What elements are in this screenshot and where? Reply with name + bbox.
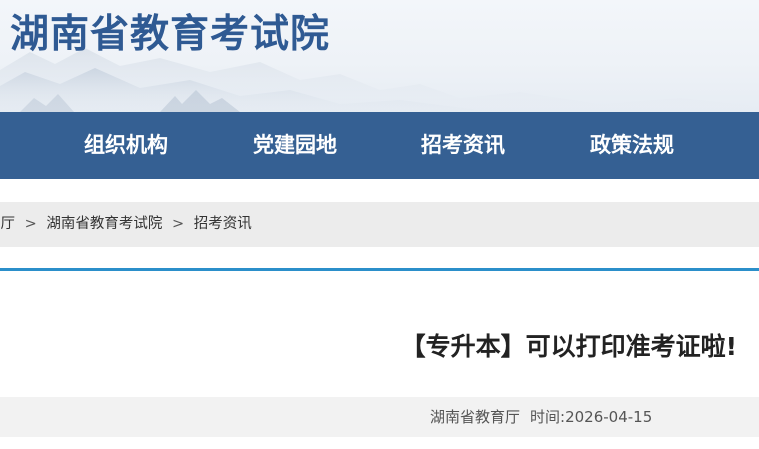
nav-item-admissions-news[interactable]: 招考资讯: [421, 112, 505, 179]
breadcrumb-item-admissions-news[interactable]: 招考资讯: [194, 216, 252, 232]
article-date: 2026-04-15: [565, 408, 653, 426]
article-source: 湖南省教育厅: [430, 408, 521, 426]
nav-item-party-building[interactable]: 党建园地: [253, 112, 337, 179]
breadcrumb-item-exam-institute[interactable]: 湖南省教育考试院: [46, 216, 162, 232]
breadcrumb-separator: >: [24, 216, 37, 232]
article-meta: 湖南省教育厅 时间:2026-04-15: [0, 397, 759, 437]
nav-item-organization[interactable]: 组织机构: [84, 112, 168, 179]
content-divider: [0, 268, 759, 271]
site-title[interactable]: 湖南省教育考试院: [10, 10, 330, 60]
nav-item-policies[interactable]: 政策法规: [590, 112, 674, 179]
article-time-label: 时间:: [530, 408, 566, 426]
breadcrumb-item-education-dept[interactable]: 育厅: [0, 216, 15, 232]
site-header: 湖南省教育考试院: [0, 0, 759, 112]
breadcrumb: 育厅 > 湖南省教育考试院 > 招考资讯: [0, 202, 759, 247]
main-navigation: 组织机构 党建园地 招考资讯 政策法规: [0, 112, 759, 179]
breadcrumb-separator: >: [171, 216, 185, 232]
breadcrumb-trail: 育厅 > 湖南省教育考试院 > 招考资讯: [0, 202, 252, 247]
article-title: 【专升本】可以打印准考证啦!: [400, 332, 737, 361]
